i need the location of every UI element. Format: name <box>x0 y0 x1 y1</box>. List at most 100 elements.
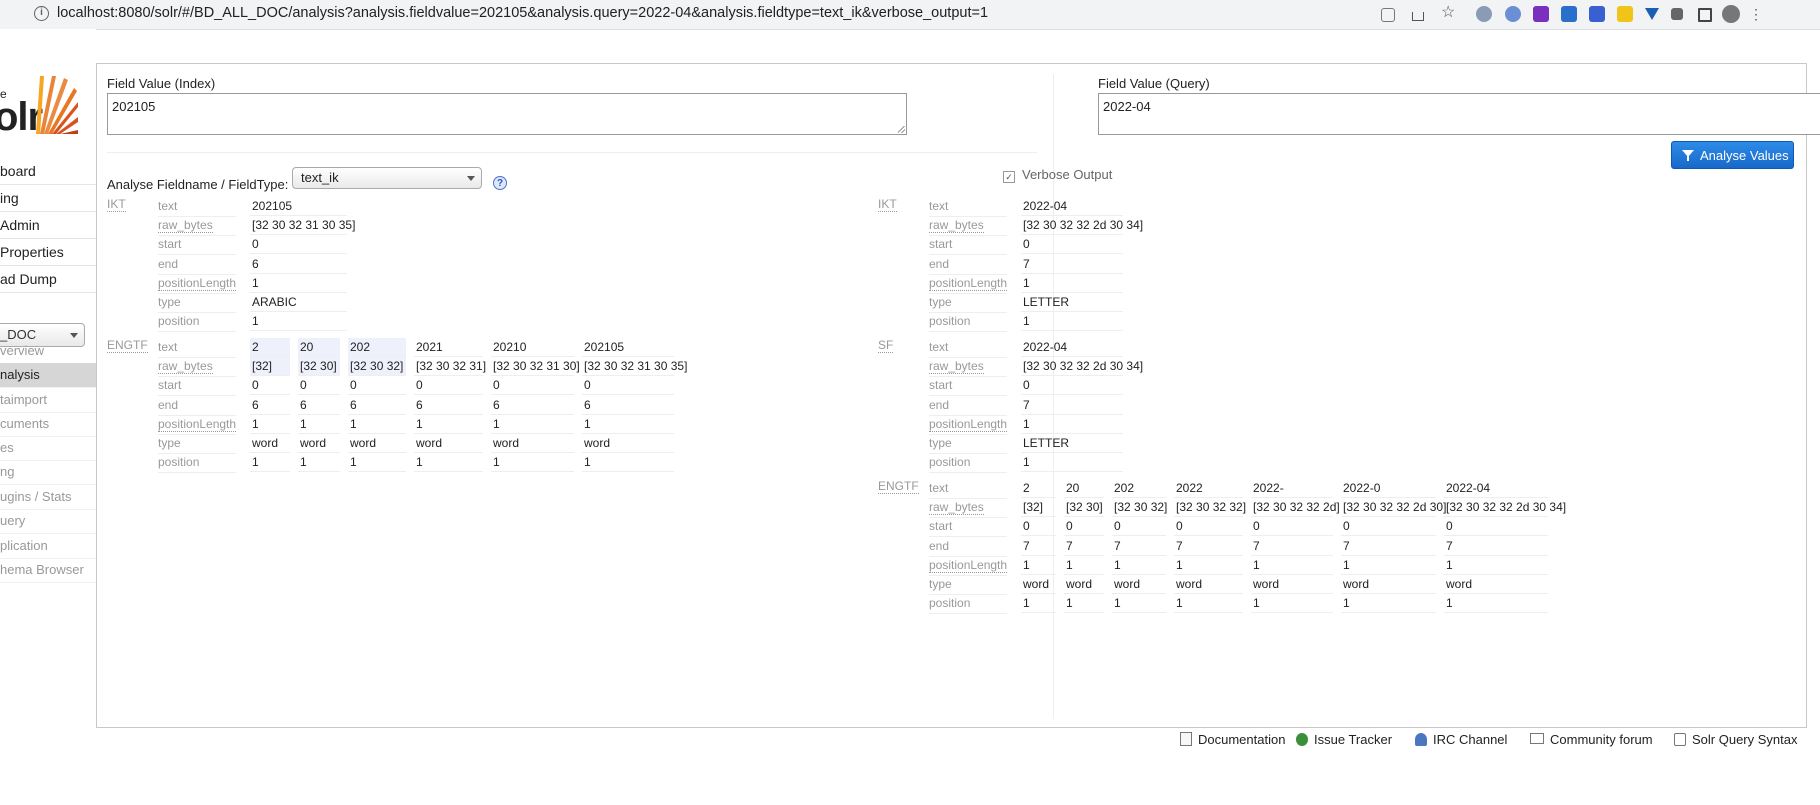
token-text: 2022 <box>1174 479 1243 498</box>
token-position: 1 <box>1112 594 1166 614</box>
token-raw_bytes: [32 30 32 31 30 35] <box>250 216 355 236</box>
attribute-label-positionlength: positionLength <box>158 274 237 294</box>
analyse-values-button[interactable]: Analyse Values <box>1671 141 1794 169</box>
core-menu-replication[interactable]: plication <box>0 534 96 559</box>
footer-irc-channel-label: IRC Channel <box>1433 732 1508 747</box>
token-type: word <box>491 434 574 453</box>
fieldtype-select[interactable]: text_ik <box>292 167 482 189</box>
sidebar-item-java-properties[interactable]: Properties <box>0 239 96 266</box>
token-end: 7 <box>1341 537 1436 556</box>
stage-name-label: SF <box>878 338 894 353</box>
token-start: 0 <box>1021 376 1123 396</box>
extension-icon[interactable] <box>1561 6 1577 22</box>
query-value-field[interactable]: 2022-04 <box>1098 93 1820 135</box>
verbose-output-label: Verbose Output <box>1022 167 1113 182</box>
star-icon[interactable]: ☆ <box>1441 5 1457 21</box>
sidebar-toggle-icon[interactable] <box>1698 8 1712 22</box>
stage-name[interactable]: IKT <box>107 197 126 212</box>
footer-query-syntax-link[interactable]: Solr Query Syntax <box>1674 732 1798 747</box>
token-raw_bytes: [32] <box>250 357 290 377</box>
core-menu-schema-browser[interactable]: hema Browser <box>0 558 96 583</box>
share-icon[interactable] <box>1412 12 1424 21</box>
token-position: 1 <box>1021 312 1123 332</box>
sidebar-item-dashboard[interactable]: board <box>0 158 96 185</box>
attribute-label-raw_bytes: raw_bytes <box>158 357 236 378</box>
attribute-label-end: end <box>929 255 1007 275</box>
translate-icon[interactable] <box>1381 8 1395 22</box>
token-text: 2022-04 <box>1444 479 1548 498</box>
extension-icon[interactable] <box>1533 6 1549 22</box>
stage-name[interactable]: IKT <box>878 197 897 212</box>
core-menu-overview[interactable]: verview <box>0 339 96 364</box>
token-end: 7 <box>1174 537 1243 556</box>
token-end: 7 <box>1064 537 1104 556</box>
checkbox-checked-icon[interactable]: ✓ <box>1003 171 1015 183</box>
extension-icon[interactable] <box>1645 8 1659 20</box>
token-type: word <box>298 434 340 453</box>
puzzle-icon[interactable] <box>1671 8 1683 20</box>
token-text: 2022-04 <box>1021 338 1123 357</box>
core-menu-dataimport[interactable]: taimport <box>0 388 96 413</box>
core-menu-analysis[interactable]: nalysis <box>0 363 96 388</box>
token-positionlength: 1 <box>1174 556 1243 575</box>
core-menu-plugins-stats[interactable]: ugins / Stats <box>0 485 96 510</box>
stage-name[interactable]: ENGTF <box>107 338 148 353</box>
address-bar[interactable]: localhost:8080/solr/#/BD_ALL_DOC/analysi… <box>57 5 988 21</box>
footer-documentation-link[interactable]: Documentation <box>1180 732 1285 747</box>
attribute-label-end: end <box>929 537 1007 557</box>
attribute-label-text: raw_bytes <box>929 500 984 516</box>
menu-icon[interactable]: ⋮ <box>1749 7 1765 23</box>
extension-icon[interactable] <box>1476 6 1492 22</box>
token-end: 6 <box>414 396 483 415</box>
help-icon[interactable]: ? <box>493 176 507 190</box>
extension-icon[interactable] <box>1617 6 1633 22</box>
token-end: 6 <box>582 396 674 415</box>
index-value-field[interactable]: 202105 <box>107 93 907 135</box>
token-raw_bytes: [32 30 32 32] <box>1174 498 1246 518</box>
attribute-label-position: position <box>158 312 236 333</box>
stage-name-label: ENGTF <box>878 479 919 494</box>
core-menu-files[interactable]: es <box>0 436 96 461</box>
token-raw_bytes: [32 30 32 32 2d 30 34] <box>1021 216 1143 236</box>
token-text: 202 <box>348 338 406 357</box>
resize-grip-icon[interactable] <box>898 126 905 133</box>
avatar[interactable] <box>1722 5 1740 23</box>
footer-issue-tracker-link[interactable]: Issue Tracker <box>1296 732 1392 747</box>
core-menu-query[interactable]: uery <box>0 509 96 534</box>
token-raw_bytes: [32 30 32 31] <box>414 357 486 377</box>
token-position: 1 <box>1251 594 1333 614</box>
token-end: 7 <box>1112 537 1166 556</box>
analysis-panel: Field Value (Index) 202105 Field Value (… <box>96 63 1820 728</box>
extension-icon[interactable] <box>1589 6 1605 22</box>
query-value-text: 2022-04 <box>1103 99 1151 114</box>
footer-irc-channel-link[interactable]: IRC Channel <box>1415 732 1507 747</box>
filter-icon-stem <box>1687 156 1689 161</box>
sidebar-item-logging[interactable]: ing <box>0 185 96 212</box>
attribute-label-raw_bytes: raw_bytes <box>929 498 1007 519</box>
attribute-label-text: end <box>929 256 950 271</box>
stage-name[interactable]: ENGTF <box>878 479 919 494</box>
token-end: 6 <box>250 396 290 415</box>
extension-icon[interactable] <box>1505 6 1521 22</box>
stage-name[interactable]: SF <box>878 338 894 353</box>
attribute-label-end: end <box>158 396 236 416</box>
solr-logo-icon[interactable] <box>34 70 78 136</box>
attribute-label-text: positionLength <box>929 275 1008 291</box>
attribute-label-type: type <box>929 434 1007 454</box>
verbose-output-toggle[interactable]: ✓ Verbose Output <box>1003 167 1112 183</box>
info-icon[interactable]: i <box>34 6 49 21</box>
footer-community-forum-link[interactable]: Community forum <box>1530 732 1653 747</box>
attribute-label-position: position <box>929 312 1007 333</box>
sidebar-item-core-admin[interactable]: Admin <box>0 212 96 239</box>
token-position: 1 <box>582 453 674 473</box>
core-menu-documents[interactable]: cuments <box>0 412 96 437</box>
attribute-label-text: raw_bytes <box>158 359 213 375</box>
sidebar-item-thread-dump[interactable]: ad Dump <box>0 266 96 293</box>
bug-icon <box>1296 733 1308 746</box>
token-end: 7 <box>1021 396 1123 415</box>
attribute-label-end: end <box>929 396 1007 416</box>
attribute-label-text: positionLength <box>929 416 1008 432</box>
attribute-label-type: type <box>929 575 1007 595</box>
core-menu-ping[interactable]: ng <box>0 460 96 485</box>
token-text: 2022-0 <box>1341 479 1436 498</box>
